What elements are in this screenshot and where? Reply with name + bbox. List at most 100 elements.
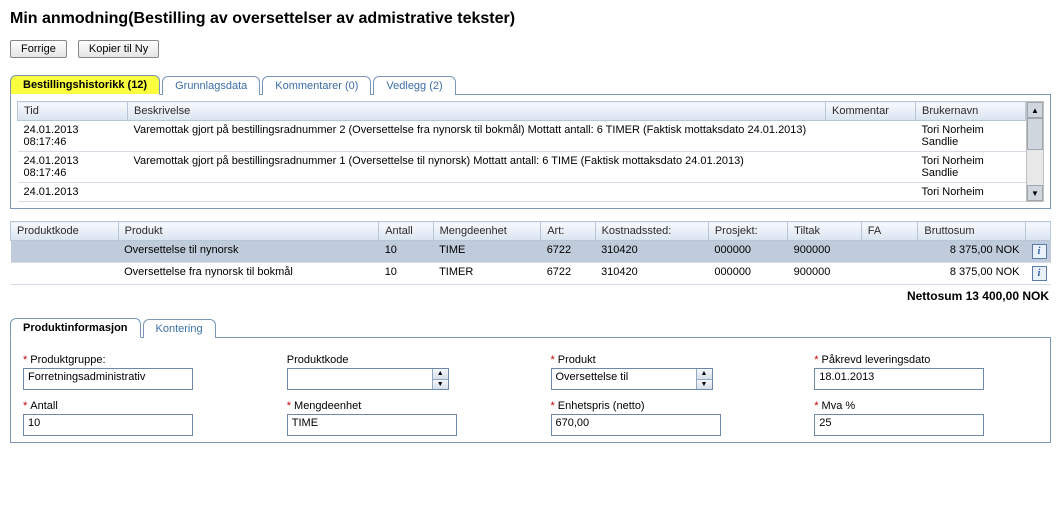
cell-brukernavn: Tori Norheim — [916, 183, 1026, 202]
copy-to-new-button[interactable]: Kopier til Ny — [78, 40, 159, 58]
history-table: Tid Beskrivelse Kommentar Brukernavn 24.… — [17, 101, 1026, 202]
chevron-up-icon[interactable]: ▲ — [432, 369, 448, 380]
label-produktkode: Produktkode — [287, 354, 349, 366]
input-enhetspris[interactable]: 670,00 — [551, 414, 721, 436]
input-produktkode[interactable]: ▲▼ — [287, 368, 449, 390]
col-antall[interactable]: Antall — [379, 222, 433, 241]
col-kommentar[interactable]: Kommentar — [826, 102, 916, 121]
cell-tiltak: 900000 — [788, 263, 862, 285]
col-kostnadssted[interactable]: Kostnadssted: — [595, 222, 708, 241]
field-produktkode: Produktkode ▲▼ — [287, 354, 511, 390]
cell-produkt: Oversettelse til nynorsk — [118, 241, 379, 263]
tab-kommentarer[interactable]: Kommentarer (0) — [262, 76, 371, 95]
cell-bruttosum: 8 375,00 NOK — [918, 241, 1026, 263]
chevron-up-icon[interactable]: ▲ — [696, 369, 712, 380]
cell-tid: 24.01.2013 — [18, 183, 128, 202]
col-tiltak[interactable]: Tiltak — [788, 222, 862, 241]
col-beskrivelse[interactable]: Beskrivelse — [128, 102, 826, 121]
cell-art: 6722 — [541, 263, 595, 285]
cell-art: 6722 — [541, 241, 595, 263]
input-mva[interactable]: 25 — [814, 414, 984, 436]
cell-fa — [861, 263, 918, 285]
scroll-down-icon[interactable]: ▼ — [1027, 185, 1043, 201]
table-row[interactable]: 24.01.2013 08:17:46 Varemottak gjort på … — [18, 121, 1026, 152]
cell-prosjekt: 000000 — [708, 241, 787, 263]
label-mva: Mva % — [822, 400, 856, 412]
cell-mengdeenhet: TIMER — [433, 263, 541, 285]
scroll-up-icon[interactable]: ▲ — [1027, 102, 1043, 118]
toolbar: Forrige Kopier til Ny — [10, 40, 1051, 58]
col-produktkode[interactable]: Produktkode — [11, 222, 119, 241]
cell-prosjekt: 000000 — [708, 263, 787, 285]
col-produkt[interactable]: Produkt — [118, 222, 379, 241]
field-produktgruppe: *Produktgruppe: Forretningsadministrativ — [23, 354, 247, 390]
prev-button[interactable]: Forrige — [10, 40, 67, 58]
label-antall: Antall — [30, 400, 58, 412]
cell-antall: 10 — [379, 241, 433, 263]
tab-produktinformasjon[interactable]: Produktinformasjon — [10, 318, 141, 338]
cell-bruttosum: 8 375,00 NOK — [918, 263, 1026, 285]
cell-kommentar — [826, 152, 916, 183]
table-row[interactable]: Oversettelse fra nynorsk til bokmål 10 T… — [11, 263, 1051, 285]
info-icon[interactable]: i — [1032, 266, 1047, 281]
chevron-down-icon[interactable]: ▼ — [696, 380, 712, 390]
col-prosjekt[interactable]: Prosjekt: — [708, 222, 787, 241]
cell-tid: 24.01.2013 08:17:46 — [18, 152, 128, 183]
cell-beskrivelse: Varemottak gjort på bestillingsradnummer… — [128, 152, 826, 183]
tab-order-history[interactable]: Bestillingshistorikk (12) — [10, 75, 160, 95]
cell-kostnadssted: 310420 — [595, 263, 708, 285]
col-info — [1026, 222, 1051, 241]
cell-brukernavn: Tori Norheim Sandlie — [916, 152, 1026, 183]
table-row[interactable]: 24.01.2013 Tori Norheim — [18, 183, 1026, 202]
upper-tabs: Bestillingshistorikk (12) Grunnlagsdata … — [10, 74, 1051, 443]
input-produkt[interactable]: Oversettelse til ▲▼ — [551, 368, 713, 390]
input-produktgruppe[interactable]: Forretningsadministrativ — [23, 368, 193, 390]
col-brukernavn[interactable]: Brukernavn — [916, 102, 1026, 121]
input-antall[interactable]: 10 — [23, 414, 193, 436]
input-mengdeenhet[interactable]: TIME — [287, 414, 457, 436]
product-table: Produktkode Produkt Antall Mengdeenhet A… — [10, 221, 1051, 285]
nettosum-label: Nettosum 13 400,00 NOK — [10, 289, 1049, 303]
tab-kontering[interactable]: Kontering — [143, 319, 216, 338]
label-enhetspris: Enhetspris (netto) — [558, 400, 645, 412]
cell-beskrivelse — [128, 183, 826, 202]
cell-produktkode — [11, 241, 119, 263]
product-info-panel: *Produktgruppe: Forretningsadministrativ… — [10, 338, 1051, 443]
col-bruttosum[interactable]: Bruttosum — [918, 222, 1026, 241]
col-fa[interactable]: FA — [861, 222, 918, 241]
label-leveringsdato: Påkrevd leveringsdato — [822, 354, 931, 366]
table-row[interactable]: 24.01.2013 08:17:46 Varemottak gjort på … — [18, 152, 1026, 183]
cell-kommentar — [826, 183, 916, 202]
cell-kostnadssted: 310420 — [595, 241, 708, 263]
label-produkt: Produkt — [558, 354, 596, 366]
col-mengdeenhet[interactable]: Mengdeenhet — [433, 222, 541, 241]
scroll-thumb[interactable] — [1027, 118, 1043, 150]
cell-fa — [861, 241, 918, 263]
field-enhetspris: *Enhetspris (netto) 670,00 — [551, 400, 775, 436]
label-produktgruppe: Produktgruppe: — [30, 354, 105, 366]
col-tid[interactable]: Tid — [18, 102, 128, 121]
field-mengdeenhet: *Mengdeenhet TIME — [287, 400, 511, 436]
table-row[interactable]: Oversettelse til nynorsk 10 TIME 6722 31… — [11, 241, 1051, 263]
page-title: Min anmodning(Bestilling av oversettelse… — [10, 10, 1051, 28]
cell-kommentar — [826, 121, 916, 152]
label-mengdeenhet: Mengdeenhet — [294, 400, 361, 412]
cell-tid: 24.01.2013 08:17:46 — [18, 121, 128, 152]
col-art[interactable]: Art: — [541, 222, 595, 241]
chevron-down-icon[interactable]: ▼ — [432, 380, 448, 390]
field-antall: *Antall 10 — [23, 400, 247, 436]
cell-beskrivelse: Varemottak gjort på bestillingsradnummer… — [128, 121, 826, 152]
cell-tiltak: 900000 — [788, 241, 862, 263]
input-leveringsdato[interactable]: 18.01.2013 — [814, 368, 984, 390]
tab-vedlegg[interactable]: Vedlegg (2) — [373, 76, 455, 95]
cell-mengdeenhet: TIME — [433, 241, 541, 263]
history-scrollbar[interactable]: ▲ ▼ — [1026, 101, 1044, 202]
field-leveringsdato: *Påkrevd leveringsdato 18.01.2013 — [814, 354, 1038, 390]
cell-antall: 10 — [379, 263, 433, 285]
info-icon[interactable]: i — [1032, 244, 1047, 259]
tab-grunnlagsdata[interactable]: Grunnlagsdata — [162, 76, 260, 95]
cell-brukernavn: Tori Norheim Sandlie — [916, 121, 1026, 152]
history-panel: Tid Beskrivelse Kommentar Brukernavn 24.… — [10, 95, 1051, 209]
field-mva: *Mva % 25 — [814, 400, 1038, 436]
field-produkt: *Produkt Oversettelse til ▲▼ — [551, 354, 775, 390]
